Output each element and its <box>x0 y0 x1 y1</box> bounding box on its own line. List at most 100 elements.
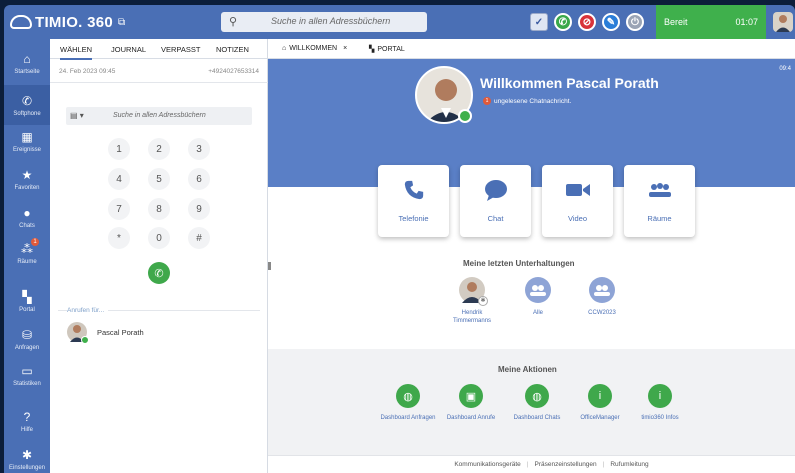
tab-waehlen[interactable]: WÄHLEN <box>60 45 93 60</box>
rooms-badge: 1 <box>31 238 39 246</box>
main-tabs: ⌂ WILLKOMMEN × ▚ PORTAL <box>268 39 795 59</box>
action-label: timio360 Infos <box>641 415 679 421</box>
dialpad-key[interactable]: 2 <box>148 138 170 160</box>
nav-item-ereignisse[interactable]: ▦ Ereignisse <box>4 121 50 161</box>
dial-search-placeholder: Suche in allen Adressbüchern <box>113 112 206 119</box>
action-label: Dashboard Anfragen <box>380 415 436 421</box>
checkbox-icon[interactable]: ✓ <box>530 13 548 31</box>
app-logo-text: TIMIO. 360 <box>35 13 114 31</box>
info-icon: i <box>648 384 672 408</box>
nav-label: Startseite <box>14 68 40 75</box>
tab-willkommen[interactable]: ⌂ WILLKOMMEN × <box>282 45 347 52</box>
conversation-ccw2023[interactable]: CCW2023 <box>572 277 632 317</box>
phone-status-icon[interactable]: ✆ <box>554 13 572 31</box>
card-telefonie[interactable]: Telefonie <box>378 165 449 237</box>
group-icon <box>647 177 673 203</box>
conversation-hendrik[interactable]: ✱ Hendrik Timmermanns <box>442 277 502 325</box>
action-label: OfficeManager <box>580 415 620 421</box>
action-dashboard-anrufe[interactable]: ▣ Dashboard Anrufe <box>443 384 499 422</box>
footer-link-rufumleitung[interactable]: Rufumleitung <box>610 461 648 468</box>
top-bar: TIMIO. 360 ⧉ ⚲ Suche in allen Adressbüch… <box>4 5 795 39</box>
avatar: ✱ <box>459 277 488 306</box>
star-icon: ★ <box>21 167 33 182</box>
do-not-disturb-icon[interactable]: ⊘ <box>578 13 596 31</box>
nav-item-softphone[interactable]: ✆ Softphone <box>4 85 50 125</box>
nav-item-raeume[interactable]: ⁂ Räume 1 <box>4 233 50 273</box>
dialpad-key[interactable]: 8 <box>148 198 170 220</box>
box-icon: ▣ <box>459 384 483 408</box>
dialpad-key[interactable]: 4 <box>108 168 130 190</box>
edit-status-icon[interactable]: ✎ <box>602 13 620 31</box>
card-raeume[interactable]: Räume <box>624 165 695 237</box>
softphone-panel: WÄHLEN JOURNAL VERPASST NOTIZEN 24. Feb … <box>50 39 268 473</box>
action-label: Dashboard Chats <box>513 415 561 421</box>
dialpad-key[interactable]: 9 <box>188 198 210 220</box>
action-officemanager[interactable]: i OfficeManager <box>572 384 628 422</box>
footer-link-praesenzeinstellungen[interactable]: Präsenzeinstellungen <box>535 461 597 468</box>
footer-link-kommunikationsgeraete[interactable]: Kommunikationsgeräte <box>454 461 520 468</box>
grid-icon: ▚ <box>22 289 32 304</box>
footer-links: Kommunikationsgeräte | Präsenzeinstellun… <box>268 455 795 473</box>
info-icon: i <box>588 384 612 408</box>
nav-item-chats[interactable]: ● Chats <box>4 197 50 237</box>
nav-item-hilfe[interactable]: ? Hilfe <box>4 401 50 441</box>
call-button[interactable]: ✆ <box>148 262 170 284</box>
nav-item-anfragen[interactable]: ⛁ Anfragen <box>4 319 50 359</box>
dialpad-key[interactable]: * <box>108 227 130 249</box>
nav-label: Einstellungen <box>8 464 46 471</box>
action-dashboard-chats[interactable]: ◍ Dashboard Chats <box>509 384 565 422</box>
call-for-person[interactable]: Pascal Porath <box>67 322 144 344</box>
avatar <box>67 322 89 344</box>
nav-label: Statistiken <box>13 380 41 387</box>
phone-icon <box>403 177 425 203</box>
nav-label: Softphone <box>13 110 41 117</box>
user-avatar[interactable] <box>773 12 793 32</box>
conversation-label: Alle <box>532 310 543 316</box>
action-dashboard-anfragen[interactable]: ◍ Dashboard Anfragen <box>380 384 436 422</box>
dial-search-input[interactable]: ▤ ▾ Suche in allen Adressbüchern <box>66 107 252 125</box>
home-icon: ⌂ <box>23 51 31 66</box>
nav-item-startseite[interactable]: ⌂ Startseite <box>4 43 50 83</box>
last-call-number[interactable]: +4924027653314 <box>208 68 259 75</box>
search-placeholder: Suche in allen Adressbüchern <box>271 16 391 26</box>
global-search-input[interactable]: ⚲ Suche in allen Adressbüchern <box>221 12 427 32</box>
card-video[interactable]: Video <box>542 165 613 237</box>
nav-label: Portal <box>19 306 35 313</box>
status-label: Bereit <box>664 17 688 27</box>
nav-item-favoriten[interactable]: ★ Favoriten <box>4 159 50 199</box>
external-link-icon[interactable]: ⧉ <box>118 17 125 28</box>
dialpad-key[interactable]: 5 <box>148 168 170 190</box>
dialpad-key[interactable]: 0 <box>148 227 170 249</box>
unread-notice[interactable]: 1 ungelesene Chatnachricht. <box>483 97 571 105</box>
video-camera-icon <box>565 177 591 203</box>
tab-portal[interactable]: ▚ PORTAL <box>369 45 405 54</box>
dialpad-key[interactable]: # <box>188 227 210 249</box>
nav-item-statistiken[interactable]: ▭ Statistiken <box>4 355 50 395</box>
dialpad-key[interactable]: 1 <box>108 138 130 160</box>
app-logo[interactable]: TIMIO. 360 ⧉ <box>10 11 125 33</box>
nav-item-einstellungen[interactable]: ✱ Einstellungen <box>4 439 50 473</box>
nav-label: Hilfe <box>20 426 33 433</box>
tab-verpasst[interactable]: VERPASST <box>161 45 200 54</box>
dialpad-key[interactable]: 7 <box>108 198 130 220</box>
nav-item-portal[interactable]: ▚ Portal <box>4 281 50 321</box>
close-icon[interactable]: × <box>343 45 347 52</box>
divider: | <box>602 461 605 468</box>
stats-icon: ▭ <box>21 363 33 378</box>
addressbook-icon[interactable]: ▤ ▾ <box>70 111 84 120</box>
tab-notizen[interactable]: NOTIZEN <box>216 45 249 54</box>
chat-bubble-icon <box>484 177 508 203</box>
panel-resize-handle[interactable] <box>268 262 271 270</box>
clock: 09:4 <box>779 66 791 72</box>
online-status-dot <box>458 109 472 123</box>
card-chat[interactable]: Chat <box>460 165 531 237</box>
home-icon: ⌂ <box>282 45 287 52</box>
tab-journal[interactable]: JOURNAL <box>111 45 146 54</box>
dialpad-key[interactable]: 6 <box>188 168 210 190</box>
conversation-alle[interactable]: Alle <box>508 277 568 317</box>
power-icon[interactable]: ⏻ <box>626 13 644 31</box>
action-timio360-infos[interactable]: i timio360 Infos <box>632 384 688 422</box>
presence-status[interactable]: Bereit 01:07 <box>656 5 766 39</box>
globe-icon: ◍ <box>525 384 549 408</box>
dialpad-key[interactable]: 3 <box>188 138 210 160</box>
